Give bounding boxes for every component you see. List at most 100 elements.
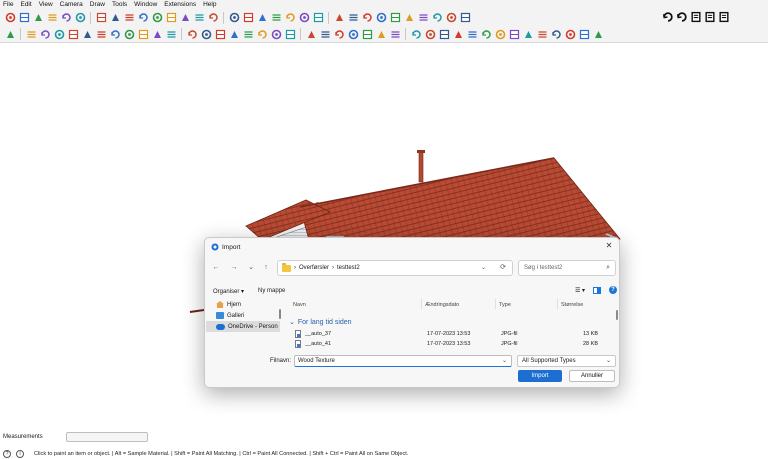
view-menu-icon[interactable]: ☰ ▾ — [575, 287, 585, 294]
rotate-icon[interactable] — [123, 28, 135, 40]
close-icon[interactable]: ✕ — [604, 241, 614, 251]
rotate-icon[interactable] — [95, 12, 107, 24]
refresh-icon[interactable]: ⟳ — [500, 263, 506, 271]
menu-edit[interactable]: Edit — [20, 0, 31, 9]
column-header-date[interactable]: Ændringsdato — [425, 302, 459, 308]
paint-icon[interactable] — [46, 12, 58, 24]
menu-window[interactable]: Window — [134, 0, 157, 9]
select-icon[interactable] — [25, 28, 37, 40]
layers-icon[interactable] — [361, 28, 373, 40]
import-button[interactable]: Import — [518, 370, 562, 382]
search-input[interactable]: Søg i testtest2 ⌕ — [518, 260, 616, 276]
zoom-icon[interactable] — [123, 12, 135, 24]
chevron-down-icon[interactable]: ⌄ — [502, 357, 507, 364]
address-bar[interactable]: › Overførsler › testtest2 ⌄ ⟳ — [277, 260, 513, 276]
sandbox-icon[interactable] — [466, 28, 478, 40]
search-icon[interactable] — [4, 28, 16, 40]
nav-item-onedrive[interactable]: OneDrive - Person — [206, 321, 280, 332]
back-arrow-icon[interactable]: ← — [211, 263, 221, 273]
help-icon[interactable]: ? — [3, 450, 11, 458]
protractor-icon[interactable] — [200, 28, 212, 40]
text-icon[interactable] — [214, 28, 226, 40]
eraser-icon[interactable] — [39, 28, 51, 40]
column-divider[interactable] — [557, 299, 558, 309]
materials-icon[interactable] — [347, 28, 359, 40]
filename-input[interactable]: Wood Texture ⌄ — [294, 355, 512, 367]
terrain-icon[interactable] — [494, 28, 506, 40]
warehouse-icon[interactable] — [410, 28, 422, 40]
organize-menu[interactable]: Organiser ▾ — [213, 288, 244, 295]
export-icon[interactable] — [704, 11, 716, 23]
arc-icon[interactable] — [67, 28, 79, 40]
wireframe-icon[interactable] — [347, 12, 359, 24]
xray-icon[interactable] — [333, 12, 345, 24]
iso-view-icon[interactable] — [228, 12, 240, 24]
pushpull-icon[interactable] — [109, 12, 121, 24]
dimension-icon[interactable] — [186, 28, 198, 40]
camera-icon[interactable] — [508, 28, 520, 40]
hammer-icon[interactable] — [452, 28, 464, 40]
top-view-icon[interactable] — [242, 12, 254, 24]
cancel-button[interactable]: Annuller — [569, 370, 615, 382]
offset-icon[interactable] — [151, 28, 163, 40]
components-icon[interactable] — [319, 28, 331, 40]
text-a-icon[interactable] — [74, 12, 86, 24]
style-icon[interactable] — [445, 12, 457, 24]
hidden-line-icon[interactable] — [361, 12, 373, 24]
orbit-icon[interactable] — [284, 28, 296, 40]
shadow-icon[interactable] — [417, 12, 429, 24]
rectangle-icon[interactable] — [81, 28, 93, 40]
forward-arrow-icon[interactable]: → — [229, 263, 239, 273]
axes-icon[interactable] — [60, 12, 72, 24]
preview-pane-icon[interactable] — [593, 286, 601, 294]
section-plane-icon[interactable] — [193, 12, 205, 24]
nav-item-home[interactable]: Hjem — [206, 299, 280, 310]
menu-file[interactable]: File — [3, 0, 13, 9]
protractor-icon[interactable] — [179, 12, 191, 24]
outliner-icon[interactable] — [389, 28, 401, 40]
recent-dropdown-icon[interactable]: ⌄ — [246, 263, 256, 273]
sync-icon[interactable] — [662, 11, 674, 23]
nav-item-gallery[interactable]: Galleri — [206, 310, 280, 321]
scale-icon[interactable] — [137, 28, 149, 40]
scenes-icon[interactable] — [375, 28, 387, 40]
file-row[interactable]: __auto_41 17-07-2023 13:53 JPG-fil 28 KB — [295, 340, 611, 349]
left-view-icon[interactable] — [298, 12, 310, 24]
front-view-icon[interactable] — [256, 12, 268, 24]
fog-icon[interactable] — [431, 12, 443, 24]
zoom-window-icon[interactable] — [270, 28, 282, 40]
textured-icon[interactable] — [389, 12, 401, 24]
pushpull-icon[interactable] — [95, 28, 107, 40]
zoom-icon[interactable] — [256, 28, 268, 40]
section-icon[interactable] — [151, 12, 163, 24]
info-icon[interactable]: i — [16, 450, 24, 458]
car-icon[interactable] — [522, 28, 534, 40]
menu-extensions[interactable]: Extensions — [164, 0, 196, 9]
file-row[interactable]: __auto_37 17-07-2023 13:53 JPG-fil 13 KB — [295, 330, 611, 339]
pencil-icon[interactable] — [53, 28, 65, 40]
bottom-view-icon[interactable] — [312, 12, 324, 24]
file-type-select[interactable]: All Supported Types ⌄ — [517, 355, 616, 367]
menu-view[interactable]: View — [39, 0, 53, 9]
wand-icon[interactable] — [564, 28, 576, 40]
shaded-icon[interactable] — [375, 12, 387, 24]
scissors-icon[interactable] — [578, 28, 590, 40]
measurements-input[interactable] — [66, 432, 148, 442]
column-header-name[interactable]: Navn — [293, 302, 306, 308]
3dtext-icon[interactable] — [242, 28, 254, 40]
zoom-extents-icon[interactable] — [137, 12, 149, 24]
ruby-icon[interactable] — [438, 28, 450, 40]
new-folder-button[interactable]: Ny mappe — [258, 288, 285, 294]
groups-icon[interactable] — [333, 28, 345, 40]
chevron-down-icon[interactable]: ⌄ — [481, 264, 486, 271]
breadcrumb-item[interactable]: testtest2 — [337, 265, 360, 271]
column-divider[interactable] — [495, 299, 496, 309]
document-icon[interactable] — [718, 11, 730, 23]
file-group-header[interactable]: ⌄ For lang tid siden — [289, 318, 352, 327]
nav-scrollbar[interactable] — [279, 309, 281, 319]
extension-icon[interactable] — [424, 28, 436, 40]
help-icon[interactable]: ? — [609, 286, 617, 294]
orbit-icon[interactable] — [4, 12, 16, 24]
menu-tools[interactable]: Tools — [112, 0, 127, 9]
sync-alt-icon[interactable] — [676, 11, 688, 23]
